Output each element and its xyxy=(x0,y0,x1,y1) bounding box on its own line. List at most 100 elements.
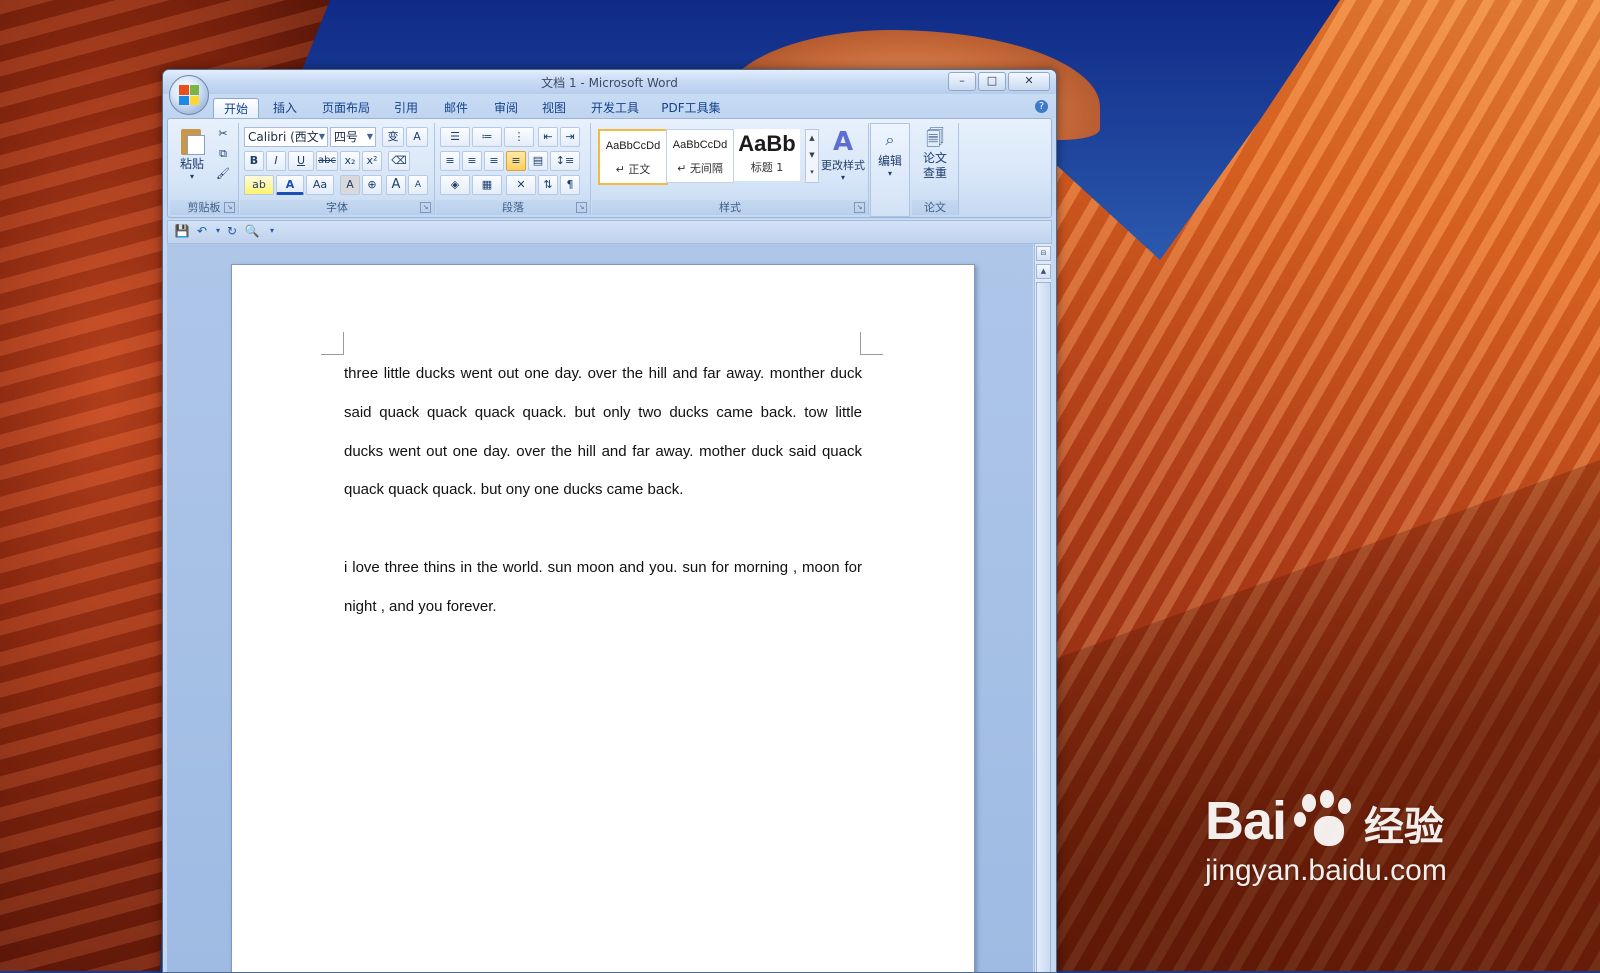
group-font: Calibri (西文 ▼ 四号 ▼ 变 A B I U abc x₂ x² ⌫… xyxy=(240,123,435,215)
sort-icon[interactable]: ⇅ xyxy=(538,175,558,195)
decrease-indent-icon[interactable]: ⇤ xyxy=(538,127,558,147)
paw-icon xyxy=(1294,790,1352,852)
chinese-layout-icon[interactable]: ✕ xyxy=(506,175,536,195)
numbering-icon[interactable]: ≔ xyxy=(472,127,502,147)
editing-button[interactable]: ⌕ 编辑 ▾ xyxy=(873,128,907,188)
close-button[interactable]: ✕ xyxy=(1008,72,1050,91)
line-spacing-icon[interactable]: ↕≡ xyxy=(550,151,580,171)
clipboard-launcher-icon[interactable]: ↘ xyxy=(224,202,235,213)
styles-scroll[interactable]: ▲ ▼ ▾ xyxy=(805,129,819,183)
style-heading-1[interactable]: AaBb 标题 1 xyxy=(734,129,800,181)
style-normal[interactable]: AaBbCcDd ↵ 正文 xyxy=(598,129,668,185)
editing-label: 编辑 xyxy=(877,154,902,168)
paragraph-launcher-icon[interactable]: ↘ xyxy=(576,202,587,213)
group-clipboard: 粘贴 ▾ ✂ ⧉ 🖌 剪贴板 ↘ xyxy=(170,123,239,215)
tab-insert[interactable]: 插入 xyxy=(267,98,303,118)
customize-toolbar-icon[interactable]: ▾ xyxy=(264,223,280,239)
font-color-icon[interactable]: A xyxy=(276,175,304,195)
tab-developer[interactable]: 开发工具 xyxy=(587,98,643,118)
ruler-toggle-icon[interactable]: ⊟ xyxy=(1036,246,1051,261)
document-search-icon: 🗐 xyxy=(926,128,944,149)
tab-pdf-tools[interactable]: PDF工具集 xyxy=(659,98,723,118)
character-shading-icon[interactable]: A xyxy=(340,175,360,195)
tab-view[interactable]: 视图 xyxy=(537,98,571,118)
grow-font-button[interactable]: A xyxy=(386,175,406,195)
shading-icon[interactable]: ◈ xyxy=(440,175,470,195)
show-marks-icon[interactable]: ¶ xyxy=(560,175,580,195)
distributed-icon[interactable]: ▤ xyxy=(528,151,548,171)
increase-indent-icon[interactable]: ⇥ xyxy=(560,127,580,147)
change-styles-button[interactable]: A 更改样式 ▾ xyxy=(818,127,868,187)
style-sample: AaBbCcDd xyxy=(672,139,728,151)
watermark-brand: Bai xyxy=(1205,791,1287,851)
paper-check-label-2: 查重 xyxy=(922,166,947,180)
superscript-button[interactable]: x² xyxy=(362,151,382,171)
multilevel-list-icon[interactable]: ⋮ xyxy=(504,127,534,147)
shrink-font-button[interactable]: A xyxy=(408,175,428,195)
office-logo-icon xyxy=(179,85,199,105)
align-left-icon[interactable]: ≡ xyxy=(440,151,460,171)
styles-group-label: 样式 xyxy=(592,200,868,215)
paper-check-label-1: 论文 xyxy=(922,151,947,165)
tab-review[interactable]: 审阅 xyxy=(489,98,523,118)
title-bar[interactable]: 文档 1 - Microsoft Word – □ ✕ xyxy=(163,70,1056,94)
print-preview-icon[interactable]: 🔍 xyxy=(244,223,260,239)
group-styles: AaBbCcDd ↵ 正文 AaBbCcDd ↵ 无间隔 AaBb 标题 1 ▲… xyxy=(592,123,869,215)
bullets-icon[interactable]: ☰ xyxy=(440,127,470,147)
clear-formatting-icon[interactable]: ⌫ xyxy=(388,151,410,171)
enclose-characters-icon[interactable]: ⊕ xyxy=(362,175,382,195)
tab-home[interactable]: 开始 xyxy=(213,98,259,119)
save-icon[interactable]: 💾 xyxy=(174,223,190,239)
vertical-scrollbar[interactable]: ⊟ ▲ xyxy=(1034,244,1051,972)
change-case-button[interactable]: Aa xyxy=(306,175,334,195)
style-no-spacing[interactable]: AaBbCcDd ↵ 无间隔 xyxy=(666,129,734,183)
strikethrough-button[interactable]: abc xyxy=(316,151,338,171)
paste-icon xyxy=(179,125,205,155)
align-center-icon[interactable]: ≡ xyxy=(462,151,482,171)
change-styles-label: 更改样式 xyxy=(821,159,865,172)
watermark-brand-cn: 经验 xyxy=(1364,804,1445,850)
styles-launcher-icon[interactable]: ↘ xyxy=(854,202,865,213)
undo-icon[interactable]: ↶ xyxy=(194,223,210,239)
chevron-down-icon: ▾ xyxy=(887,169,892,178)
scroll-thumb[interactable] xyxy=(1036,282,1051,972)
bold-button[interactable]: B xyxy=(244,151,264,171)
paste-button[interactable]: 粘贴 ▾ xyxy=(174,125,210,187)
window-controls: – □ ✕ xyxy=(948,72,1050,91)
align-right-icon[interactable]: ≡ xyxy=(484,151,504,171)
paper-group-label: 论文 xyxy=(912,200,958,215)
justify-icon[interactable]: ≡ xyxy=(506,151,526,171)
chevron-down-icon: ▾ xyxy=(840,173,845,182)
tab-mailings[interactable]: 邮件 xyxy=(439,98,473,118)
italic-button[interactable]: I xyxy=(266,151,286,171)
paper-check-button[interactable]: 🗐 论文 查重 xyxy=(916,127,954,187)
tab-page-layout[interactable]: 页面布局 xyxy=(315,98,377,118)
scroll-up-icon[interactable]: ▲ xyxy=(1036,264,1051,279)
phonetic-guide-icon[interactable]: 变 xyxy=(382,127,404,147)
subscript-button[interactable]: x₂ xyxy=(340,151,360,171)
ribbon: 粘贴 ▾ ✂ ⧉ 🖌 剪贴板 ↘ Calibri (西文 ▼ 四号 ▼ 变 A … xyxy=(167,118,1052,218)
style-sample: AaBbCcDd xyxy=(605,140,661,152)
borders-icon[interactable]: ▦ xyxy=(472,175,502,195)
cut-icon[interactable]: ✂ xyxy=(214,125,232,143)
office-button[interactable] xyxy=(169,75,209,115)
font-size-select[interactable]: 四号 ▼ xyxy=(330,127,376,147)
character-border-icon[interactable]: A xyxy=(406,127,428,147)
copy-icon[interactable]: ⧉ xyxy=(214,145,232,163)
format-painter-icon[interactable]: 🖌 xyxy=(214,165,232,183)
highlight-color-icon[interactable]: ab xyxy=(244,175,274,195)
maximize-button[interactable]: □ xyxy=(978,72,1006,91)
underline-button[interactable]: U xyxy=(288,151,314,171)
font-size-value: 四号 xyxy=(334,130,359,144)
tab-references[interactable]: 引用 xyxy=(389,98,423,118)
help-icon[interactable]: ? xyxy=(1035,100,1048,113)
document-body[interactable]: three little ducks went out one day. ove… xyxy=(344,355,862,627)
redo-icon[interactable]: ↻ xyxy=(224,223,240,239)
style-name: ↵ 正文 xyxy=(615,163,651,176)
empty-paragraph xyxy=(344,510,862,549)
binoculars-icon: ⌕ xyxy=(885,130,895,149)
font-launcher-icon[interactable]: ↘ xyxy=(420,202,431,213)
document-page[interactable]: three little ducks went out one day. ove… xyxy=(231,264,975,972)
font-name-select[interactable]: Calibri (西文 ▼ xyxy=(244,127,328,147)
minimize-button[interactable]: – xyxy=(948,72,976,91)
